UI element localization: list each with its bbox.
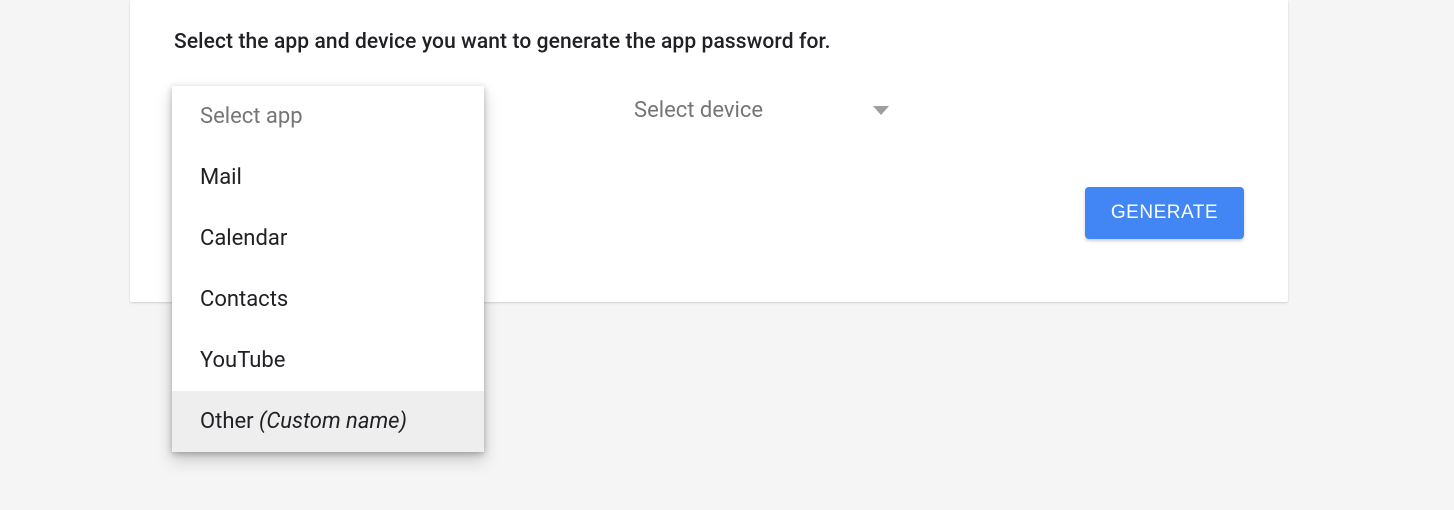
instruction-text: Select the app and device you want to ge…	[174, 30, 1244, 54]
option-label: YouTube	[200, 348, 285, 373]
select-app-label: Select app	[172, 86, 484, 147]
option-label: Other	[200, 409, 259, 434]
select-app-option[interactable]: Other (Custom name)	[172, 391, 484, 452]
option-label: Calendar	[200, 226, 287, 251]
select-device-dropdown[interactable]: Select device	[634, 98, 889, 123]
option-label: Mail	[200, 165, 242, 190]
option-label-suffix: (Custom name)	[259, 409, 407, 434]
chevron-down-icon	[873, 106, 889, 115]
option-label: Contacts	[200, 287, 288, 312]
select-device-label: Select device	[634, 98, 763, 123]
select-app-option[interactable]: Contacts	[172, 269, 484, 330]
select-app-option[interactable]: Calendar	[172, 208, 484, 269]
select-app-dropdown-menu: Select app Mail Calendar Contacts YouTube Ot…	[172, 86, 484, 452]
select-app-option[interactable]: YouTube	[172, 330, 484, 391]
select-app-option[interactable]: Mail	[172, 147, 484, 208]
generate-button[interactable]: GENERATE	[1085, 187, 1244, 239]
